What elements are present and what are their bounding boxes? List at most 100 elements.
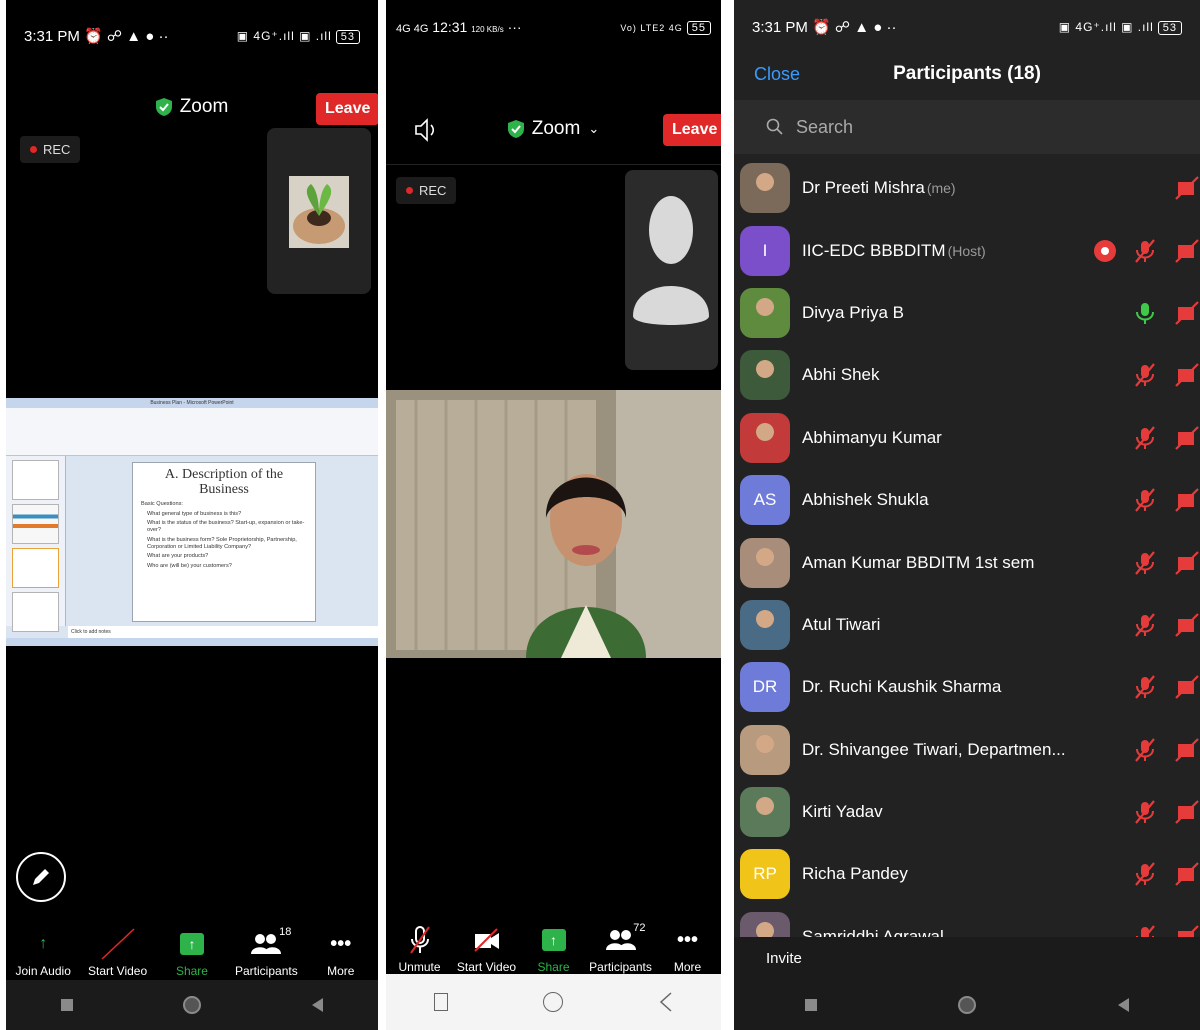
slide-thumbnail	[12, 460, 59, 500]
participant-row[interactable]: Abhimanyu Kumar	[734, 407, 1200, 469]
active-speaker-video[interactable]	[386, 390, 721, 658]
unmute-button[interactable]: Unmute	[386, 926, 453, 974]
mic-muted-icon	[1135, 862, 1155, 887]
recents-nav-icon[interactable]	[61, 999, 74, 1011]
participant-status-icons	[1132, 362, 1200, 388]
participant-row[interactable]: Abhi Shek	[734, 344, 1200, 406]
participant-status-icons	[1132, 924, 1200, 937]
more-button[interactable]: ••• More	[654, 926, 721, 975]
participant-name: Samriddhi Agrawal	[802, 927, 944, 937]
record-dot-icon	[406, 187, 413, 194]
participant-count: 72	[633, 922, 646, 934]
self-video-thumbnail[interactable]	[625, 170, 718, 370]
leave-button[interactable]: Leave	[663, 114, 721, 146]
powerpoint-ribbon: Business Plan - Microsoft PowerPoint	[6, 398, 378, 456]
participant-row[interactable]: Samriddhi Agrawal	[734, 906, 1200, 937]
participant-row[interactable]: DR Dr. Ruchi Kaushik Sharma	[734, 656, 1200, 718]
speaker-video-frame	[386, 390, 721, 658]
participant-name: IIC-EDC BBBDITM (Host)	[802, 241, 986, 261]
participant-status-icons	[1132, 612, 1200, 638]
slide-bullet: Who are (will be) your customers?	[147, 562, 232, 569]
participant-status-icons	[1132, 300, 1200, 326]
participant-role-tag: (Host)	[947, 242, 986, 259]
mic-muted-icon	[1135, 426, 1155, 450]
participant-row[interactable]: AS Abhishek Shukla	[734, 469, 1200, 531]
participant-name: Kirti Yadav	[802, 802, 883, 822]
shared-screen[interactable]: Business Plan - Microsoft PowerPoint A. …	[6, 398, 378, 646]
share-icon: ↑	[179, 933, 204, 955]
participant-row[interactable]: Dr. Shivangee Tiwari, Departmen...	[734, 719, 1200, 781]
default-avatar-icon	[633, 196, 709, 325]
video-off-icon	[1175, 613, 1199, 637]
video-off-icon	[1175, 488, 1199, 512]
recents-nav-icon[interactable]	[804, 999, 817, 1011]
back-nav-icon[interactable]	[659, 992, 673, 1012]
back-nav-icon[interactable]	[1118, 998, 1130, 1012]
home-nav-icon[interactable]	[958, 996, 977, 1014]
share-button[interactable]: ↑ Share	[520, 926, 587, 974]
participant-name: Aman Kumar BBDITM 1st sem	[802, 553, 1034, 573]
slide-bullet: What is the status of the business? Star…	[147, 520, 305, 533]
avatar: RP	[740, 849, 790, 900]
mic-muted-icon	[1135, 738, 1155, 762]
home-nav-icon[interactable]	[543, 992, 564, 1012]
participant-row[interactable]: Atul Tiwari	[734, 594, 1200, 656]
start-video-button[interactable]: Start Video	[453, 926, 520, 974]
close-button[interactable]: Close	[754, 64, 800, 85]
avatar	[740, 287, 790, 338]
self-video-thumbnail[interactable]	[267, 128, 371, 294]
video-off-icon	[1175, 675, 1199, 700]
status-time: 3:31 PM	[752, 19, 808, 36]
annotate-pencil-button[interactable]	[16, 852, 66, 902]
chevron-down-icon: ⌄	[588, 121, 600, 136]
participant-row[interactable]: Kirti Yadav	[734, 781, 1200, 843]
participant-name: Abhishek Shukla	[802, 490, 929, 510]
participant-status-icons	[1094, 238, 1200, 264]
start-video-button[interactable]: Start Video	[83, 928, 153, 978]
participant-row[interactable]: Divya Priya B	[734, 282, 1200, 344]
home-nav-icon[interactable]	[183, 996, 202, 1014]
network-indicator: Vo) LTE2 4G	[620, 22, 683, 33]
slide-bullet: What is the business form? Sole Propriet…	[147, 536, 297, 550]
participant-role-tag: (me)	[926, 180, 956, 197]
mic-muted-icon	[1135, 613, 1155, 637]
video-off-icon	[1175, 238, 1199, 263]
participant-name-text: Atul Tiwari	[802, 614, 881, 634]
participants-button[interactable]: 18 Participants	[231, 926, 301, 978]
shield-icon	[155, 98, 172, 116]
avatar	[740, 412, 790, 463]
avatar	[740, 911, 790, 937]
participant-row[interactable]: Dr Preeti Mishra (me)	[734, 157, 1200, 219]
leave-button[interactable]: Leave	[316, 93, 378, 125]
mic-muted-icon	[1135, 363, 1155, 388]
mic-muted-icon	[1135, 238, 1155, 263]
video-off-icon	[1175, 176, 1199, 200]
slide-thumbnail	[12, 592, 59, 632]
slide-thumbnail	[12, 504, 59, 544]
participant-row[interactable]: I IIC-EDC BBBDITM (Host)	[734, 219, 1200, 281]
avatar	[740, 350, 790, 401]
participant-count: 18	[279, 926, 292, 938]
back-nav-icon[interactable]	[311, 998, 323, 1012]
participants-button[interactable]: 72 Participants	[587, 922, 654, 974]
video-off-icon	[1175, 301, 1199, 325]
join-audio-label: Join Audio	[15, 964, 71, 978]
slide-bullets: Basic Questions: What general type of bu…	[141, 501, 307, 570]
participants-label: Participants	[235, 964, 298, 978]
avatar	[740, 163, 790, 214]
join-audio-button[interactable]: ↑ Join Audio	[8, 930, 78, 978]
participant-row[interactable]: RP Richa Pandey	[734, 843, 1200, 905]
plant-hands-avatar	[289, 176, 349, 248]
video-off-icon	[1175, 363, 1199, 388]
participant-name-text: Abhimanyu Kumar	[802, 427, 942, 447]
record-status-icon	[1094, 239, 1116, 262]
search-input[interactable]: Search	[734, 100, 1200, 154]
recents-nav-icon[interactable]	[433, 993, 448, 1011]
invite-button[interactable]: Invite	[734, 937, 1200, 980]
video-off-icon	[1175, 425, 1199, 450]
participant-row[interactable]: Aman Kumar BBDITM 1st sem	[734, 531, 1200, 593]
more-button[interactable]: ••• More	[306, 930, 376, 979]
participants-header: Close Participants (18)	[734, 54, 1200, 94]
mic-on-icon	[1136, 302, 1154, 324]
share-button[interactable]: ↑ Share	[157, 930, 227, 978]
